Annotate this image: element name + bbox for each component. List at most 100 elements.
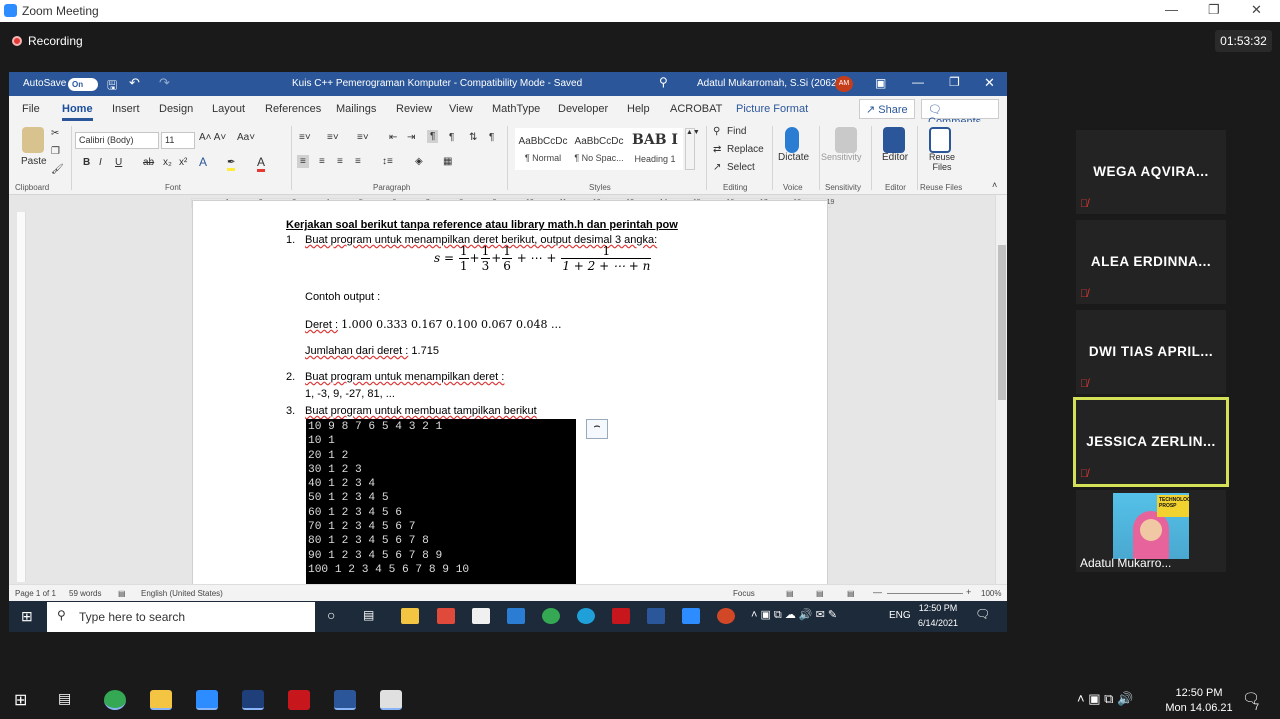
bold-button[interactable]: B <box>83 157 90 168</box>
store-icon[interactable] <box>472 608 490 624</box>
taskbar-clock[interactable]: 12:50 PM Mon 14.06.21 <box>1164 686 1234 716</box>
dictate-button[interactable]: Dictate <box>778 152 809 163</box>
layout-options-icon[interactable]: ⌢ <box>586 419 608 439</box>
grow-font-icon[interactable]: A˄ A˅ <box>199 132 226 143</box>
action-center-icon[interactable]: 🗨 <box>975 607 990 621</box>
borders-icon[interactable]: ▦ <box>443 156 452 167</box>
show-marks-icon[interactable]: ¶ <box>489 132 494 143</box>
shared-lang[interactable]: ENG <box>889 610 911 621</box>
find-button[interactable]: Find <box>727 126 746 137</box>
participant-tile[interactable]: DWI TIAS APRIL... 🎙̸ <box>1076 310 1226 394</box>
tab-help[interactable]: Help <box>627 103 650 115</box>
task-view-icon[interactable]: ▤ <box>58 690 71 707</box>
bullets-icon[interactable]: ≡˅ <box>299 132 311 143</box>
microphone-icon[interactable] <box>785 127 799 153</box>
subscript-button[interactable]: x₂ <box>163 157 172 168</box>
tab-references[interactable]: References <box>265 103 321 115</box>
line-spacing-icon[interactable]: ↕≡ <box>382 156 393 167</box>
select-icon[interactable]: ↗ <box>713 162 721 173</box>
word-icon[interactable] <box>647 608 665 624</box>
vertical-scrollbar[interactable] <box>995 195 1007 588</box>
redo-icon[interactable]: ↷ <box>159 75 170 91</box>
zoom-app-taskbar-icon[interactable] <box>196 690 218 710</box>
restore-button[interactable]: ❐ <box>1208 2 1220 18</box>
align-right-icon[interactable]: ≡ <box>337 156 343 167</box>
scroll-thumb[interactable] <box>998 245 1006 400</box>
participant-video-tile[interactable]: TECHNOLOGY PROSP Adatul Mukarro... <box>1076 490 1226 572</box>
minimize-button[interactable]: — <box>1165 2 1178 17</box>
font-color-icon[interactable]: A <box>257 155 266 172</box>
powerpoint-icon[interactable] <box>717 608 735 624</box>
windows-start-icon[interactable]: ⊞ <box>14 690 27 710</box>
rtl-icon[interactable]: ¶ <box>449 132 454 143</box>
word-restore-button[interactable]: ❐ <box>949 75 960 89</box>
comments-button[interactable]: 🗨 Comments <box>921 99 999 128</box>
page-count[interactable]: Page 1 of 1 <box>15 589 56 598</box>
tab-file[interactable]: File <box>22 103 40 115</box>
select-button[interactable]: Select <box>727 162 755 173</box>
text-effects-icon[interactable]: A <box>199 155 207 169</box>
increase-indent-icon[interactable]: ⇥ <box>407 132 415 143</box>
tab-mathtype[interactable]: MathType <box>492 103 540 115</box>
replace-icon[interactable]: ⇄ <box>713 144 721 155</box>
tab-acrobat[interactable]: ACROBAT <box>670 103 722 115</box>
justify-icon[interactable]: ≡ <box>355 156 361 167</box>
share-button[interactable]: ↗ Share <box>859 99 915 119</box>
edge-icon[interactable] <box>577 608 595 624</box>
tab-review[interactable]: Review <box>396 103 432 115</box>
copy-icon[interactable]: ❐ <box>51 146 60 157</box>
styles-scroll-icon[interactable]: ▲▼ <box>685 128 700 170</box>
mail-icon[interactable] <box>507 608 525 624</box>
console-output-image[interactable]: 10 9 8 7 6 5 4 3 2 1 10 1 20 1 2 30 1 2 3 40… <box>306 419 576 585</box>
shared-clock-time[interactable]: 12:50 PM <box>915 603 961 613</box>
shading-icon[interactable]: ◈ <box>415 156 423 167</box>
participant-tile-active-speaker[interactable]: JESSICA ZERLIN... 🎙̸ <box>1073 397 1229 487</box>
paste-icon[interactable] <box>22 127 44 153</box>
change-case-icon[interactable]: Aa˅ <box>237 132 255 143</box>
file-explorer-icon[interactable] <box>150 690 172 710</box>
find-icon[interactable]: ⚲ <box>713 126 720 137</box>
close-button[interactable]: ✕ <box>1251 2 1262 18</box>
replace-button[interactable]: Replace <box>727 144 764 155</box>
font-size-select[interactable]: 11 <box>161 132 195 149</box>
chrome-icon[interactable] <box>542 608 560 624</box>
tray-icons[interactable]: ˄ ▣ ⧉ ☁ 🔊 ✉ ✎ <box>751 608 837 622</box>
italic-button[interactable]: I <box>99 157 102 168</box>
tab-design[interactable]: Design <box>159 103 193 115</box>
undo-icon[interactable]: ↶ <box>129 75 140 91</box>
sensitivity-icon[interactable] <box>835 127 857 153</box>
zoom-slider[interactable] <box>887 593 963 594</box>
numbering-icon[interactable]: ≡˅ <box>327 132 339 143</box>
tab-layout[interactable]: Layout <box>212 103 245 115</box>
web-layout-icon[interactable]: ▤ <box>847 589 855 598</box>
style-heading-1[interactable]: BAB I Heading 1 <box>627 128 683 170</box>
ribbon-display-icon[interactable]: ▣ <box>875 76 886 90</box>
superscript-button[interactable]: x² <box>179 157 187 168</box>
acrobat-icon[interactable] <box>612 608 630 624</box>
tray-icons[interactable]: ˄ ▣ ⧉ 🔊 <box>1077 691 1133 707</box>
tab-developer[interactable]: Developer <box>558 103 608 115</box>
photos-icon[interactable] <box>380 690 402 710</box>
multilevel-list-icon[interactable]: ≡˅ <box>357 132 369 143</box>
word-icon[interactable] <box>334 690 356 710</box>
zoom-app-taskbar-icon[interactable] <box>682 608 700 624</box>
print-layout-icon[interactable]: ▤ <box>816 589 824 598</box>
user-avatar[interactable]: AM <box>835 76 853 92</box>
acrobat-icon[interactable] <box>288 690 310 710</box>
file-explorer-icon[interactable] <box>401 608 419 624</box>
sort-icon[interactable]: ⇅ <box>469 132 477 143</box>
word-count[interactable]: 59 words <box>69 589 101 598</box>
word-minimize-button[interactable]: — <box>912 75 924 89</box>
word-close-button[interactable]: ✕ <box>984 75 995 91</box>
language-status[interactable]: English (United States) <box>141 589 223 598</box>
shared-clock-date[interactable]: 6/14/2021 <box>915 618 961 628</box>
highlight-icon[interactable]: ✒ <box>227 157 236 171</box>
save-icon[interactable]: 🖫 <box>107 76 117 97</box>
font-name-select[interactable]: Calibri (Body) <box>75 132 159 149</box>
reuse-files-icon[interactable] <box>929 127 951 153</box>
editor-icon[interactable] <box>883 127 905 153</box>
participant-tile[interactable]: ALEA ERDINNA... 🎙̸ <box>1076 220 1226 304</box>
align-center-icon[interactable]: ≡ <box>319 156 325 167</box>
align-left-icon[interactable]: ≡ <box>297 155 309 168</box>
gift-app-icon[interactable] <box>437 608 455 624</box>
